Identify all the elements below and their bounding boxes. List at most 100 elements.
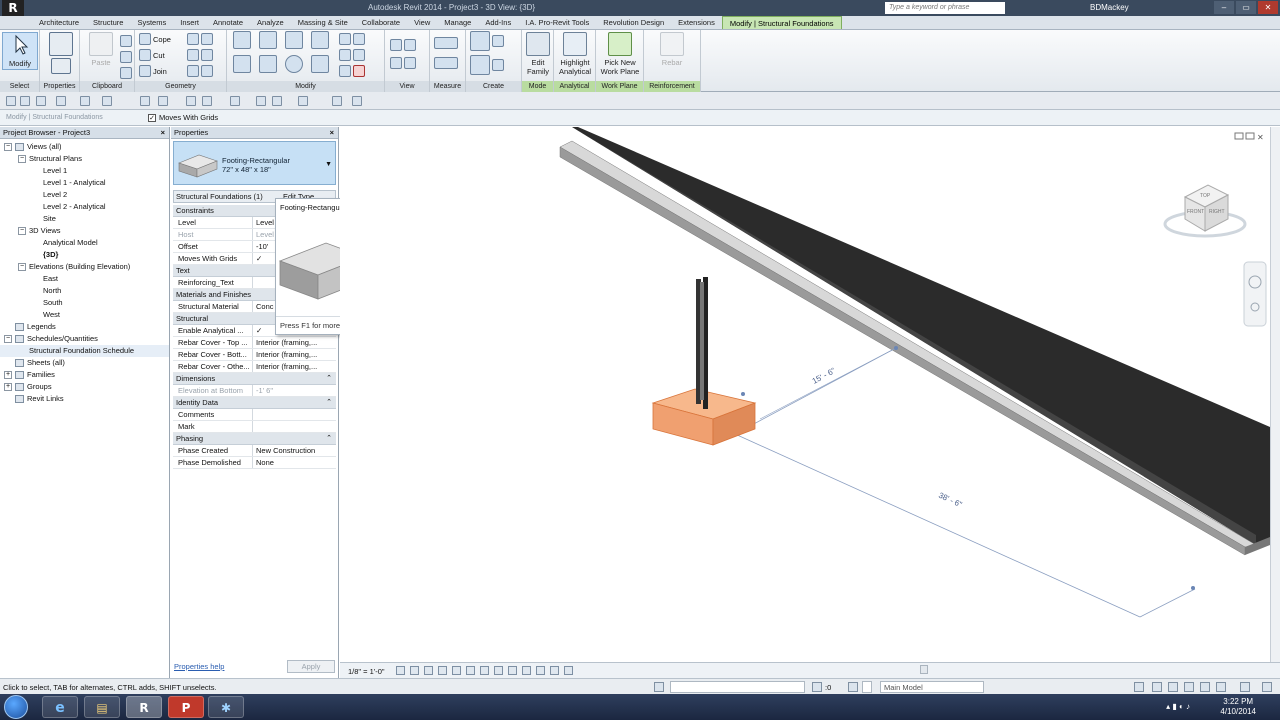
- undo-icon[interactable]: [56, 96, 66, 106]
- view-restore-icon[interactable]: [1245, 132, 1255, 140]
- internet-explorer-icon[interactable]: e: [42, 696, 78, 718]
- browser-node[interactable]: South: [0, 297, 169, 309]
- select-pinned-icon[interactable]: [1184, 682, 1194, 692]
- property-value[interactable]: Interior (framing,...: [253, 361, 336, 372]
- tab-add-ins[interactable]: Add-Ins: [478, 16, 518, 29]
- tab-systems[interactable]: Systems: [130, 16, 173, 29]
- checkbox-box[interactable]: ✓: [148, 113, 156, 122]
- property-value[interactable]: New Construction: [253, 445, 336, 456]
- workset-dropdown[interactable]: [670, 681, 805, 693]
- properties-button[interactable]: [43, 32, 79, 76]
- grip-point[interactable]: [1191, 586, 1195, 590]
- collapse-icon[interactable]: ⌃: [326, 373, 332, 385]
- browser-node[interactable]: Level 2 - Analytical: [0, 201, 169, 213]
- align-button[interactable]: [233, 31, 251, 49]
- copy-button[interactable]: [120, 50, 132, 64]
- folder-icon[interactable]: ▤: [84, 696, 120, 718]
- hide-button[interactable]: [390, 38, 416, 52]
- type-properties-icon[interactable]: [51, 58, 71, 74]
- measure-qat-icon[interactable]: [140, 96, 150, 106]
- expand-icon[interactable]: +: [4, 371, 12, 379]
- tab-modify-structural-foundations[interactable]: Modify | Structural Foundations: [721, 16, 842, 29]
- detail-level-icon[interactable]: [396, 666, 405, 675]
- horizontal-scroll-thumb[interactable]: [920, 665, 928, 674]
- view-minimize-icon[interactable]: [1234, 132, 1244, 140]
- browser-node[interactable]: Level 1: [0, 165, 169, 177]
- drag-elements-icon[interactable]: [1216, 682, 1226, 692]
- snowflake-icon[interactable]: ✱: [208, 696, 244, 718]
- thin-lines-icon[interactable]: [272, 96, 282, 106]
- browser-node[interactable]: {3D}: [0, 249, 169, 261]
- tab-collaborate[interactable]: Collaborate: [355, 16, 407, 29]
- browser-node[interactable]: Analytical Model: [0, 237, 169, 249]
- property-value[interactable]: Interior (framing,...: [253, 337, 336, 348]
- render-icon[interactable]: [452, 666, 461, 675]
- property-value[interactable]: Interior (framing,...: [253, 349, 336, 360]
- measure-button[interactable]: [434, 36, 458, 50]
- rotate-button[interactable]: [285, 55, 303, 73]
- scale-icon[interactable]: [353, 49, 365, 61]
- property-group-header[interactable]: Phasing ⌃: [173, 433, 336, 445]
- system-tray-icons[interactable]: ▴ ▮ ◐ ♪: [1166, 702, 1190, 711]
- browser-node[interactable]: − Views (all): [0, 141, 169, 153]
- demolish-button[interactable]: [187, 64, 213, 78]
- split-gap-icon[interactable]: [353, 33, 365, 45]
- create-group-button[interactable]: [470, 55, 504, 75]
- paint-icon[interactable]: [201, 49, 213, 61]
- tab-manage[interactable]: Manage: [437, 16, 478, 29]
- tab-i-a-pro-revit-tools[interactable]: I.A. Pro-Revit Tools: [518, 16, 596, 29]
- search-input[interactable]: Type a keyword or phrase: [885, 2, 1005, 14]
- filter-count-icon[interactable]: [1240, 682, 1250, 692]
- dimension-qat-icon[interactable]: [158, 96, 168, 106]
- view-scale[interactable]: 1/8" = 1'-0": [348, 667, 385, 676]
- clock[interactable]: 3:22 PM 4/10/2014: [1220, 697, 1256, 717]
- create-assembly-button[interactable]: [470, 31, 504, 51]
- tab-insert[interactable]: Insert: [173, 16, 206, 29]
- dimension-label-2[interactable]: 38' - 6": [937, 491, 963, 510]
- delete-icon[interactable]: [353, 65, 365, 77]
- browser-node[interactable]: West: [0, 309, 169, 321]
- property-group-header[interactable]: Dimensions ⌃: [173, 373, 336, 385]
- dimension-line[interactable]: [734, 433, 1141, 618]
- split-face-button[interactable]: [187, 48, 213, 62]
- cope-button[interactable]: Cope: [139, 32, 171, 46]
- redo-icon[interactable]: [80, 96, 90, 106]
- collapse-icon[interactable]: ⌃: [326, 397, 332, 409]
- browser-node[interactable]: Level 2: [0, 189, 169, 201]
- highlight-displacement-icon[interactable]: [564, 666, 573, 675]
- modify-button[interactable]: Modify: [2, 32, 38, 70]
- tab-analyze[interactable]: Analyze: [250, 16, 291, 29]
- rebar-button[interactable]: Rebar: [654, 32, 690, 67]
- collapse-icon[interactable]: −: [4, 335, 12, 343]
- linework-button[interactable]: [390, 56, 416, 70]
- join-button[interactable]: Join: [139, 64, 167, 78]
- move-button[interactable]: [233, 55, 251, 73]
- section-icon[interactable]: [256, 96, 266, 106]
- tag-icon[interactable]: [186, 96, 196, 106]
- dimension-line[interactable]: [1139, 588, 1196, 618]
- wall-footing-top[interactable]: [559, 140, 1257, 548]
- model-canvas[interactable]: 15' - 6" 38' - 6" TOP FRONT RIGHT ✕: [340, 127, 1270, 662]
- temp-hide-icon[interactable]: [508, 666, 517, 675]
- line-style-icon[interactable]: [404, 57, 416, 69]
- select-by-face-icon[interactable]: [1200, 682, 1210, 692]
- edit-family-button[interactable]: Edit Family: [520, 32, 556, 76]
- tab-architecture[interactable]: Architecture: [32, 16, 86, 29]
- browser-node[interactable]: −3D Views: [0, 225, 169, 237]
- copy-element-button[interactable]: [259, 55, 277, 73]
- pin-button[interactable]: [339, 64, 365, 78]
- collapse-icon[interactable]: ⌃: [326, 433, 332, 445]
- cut-geometry-button[interactable]: Cut: [139, 48, 165, 62]
- override-icon[interactable]: [404, 39, 416, 51]
- property-value[interactable]: [253, 409, 336, 420]
- browser-node[interactable]: − Structural Plans: [0, 153, 169, 165]
- analytical-model-icon[interactable]: [550, 666, 559, 675]
- close-button[interactable]: ✕: [1258, 1, 1278, 14]
- editing-requests-icon[interactable]: [812, 682, 822, 692]
- moves-with-grids-checkbox[interactable]: ✓ Moves With Grids: [148, 113, 218, 122]
- navigation-bar[interactable]: [1243, 261, 1267, 327]
- properties-help-link[interactable]: Properties help: [174, 662, 224, 671]
- save-icon[interactable]: [20, 96, 30, 106]
- expand-icon[interactable]: +: [4, 383, 12, 391]
- visual-style-icon[interactable]: [410, 666, 419, 675]
